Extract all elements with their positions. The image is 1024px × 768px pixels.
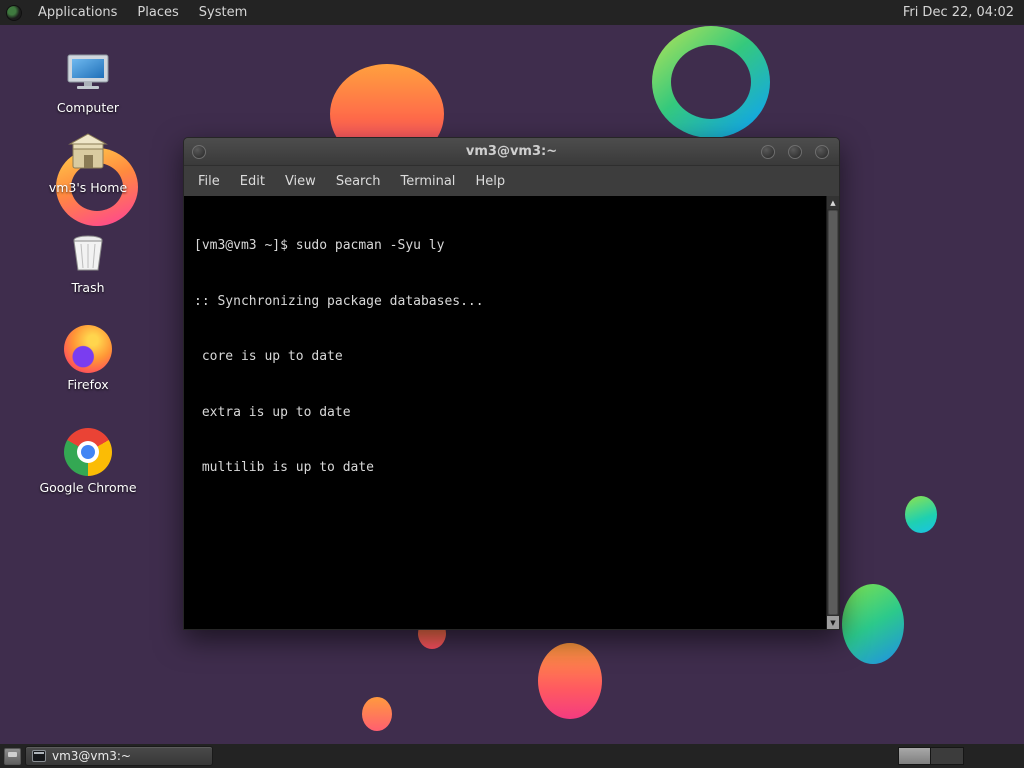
window-title: vm3@vm3:~ [465, 144, 558, 159]
decor-ring-top-right [652, 26, 770, 138]
desktop-icon-computer[interactable]: Computer [28, 48, 148, 115]
desktop-icon-label: Firefox [67, 377, 109, 392]
terminal-line: core is up to date [194, 349, 343, 364]
menu-view[interactable]: View [275, 169, 326, 194]
menu-places[interactable]: Places [127, 0, 188, 25]
terminal-window: vm3@vm3:~ File Edit View Search Terminal… [183, 137, 840, 630]
desktop-icon-home[interactable]: vm3's Home [28, 128, 148, 195]
terminal-line: multilib is up to date [194, 460, 375, 475]
terminal-line: extra is up to date [194, 404, 351, 420]
taskbar-window-button[interactable]: vm3@vm3:~ [25, 746, 213, 766]
window-titlebar[interactable]: vm3@vm3:~ [184, 138, 839, 166]
desktop-icon-trash[interactable]: Trash [28, 228, 148, 295]
terminal-output: [vm3@vm3 ~]$ sudo pacman -Syu ly :: Sync… [184, 196, 826, 629]
bottom-panel: vm3@vm3:~ [0, 744, 1024, 768]
menu-file[interactable]: File [188, 169, 230, 194]
terminal-line: [vm3@vm3 ~]$ sudo pacman -Syu ly [194, 238, 445, 253]
home-icon [64, 128, 112, 176]
computer-icon [64, 48, 112, 96]
clock[interactable]: Fri Dec 22, 04:02 [893, 5, 1024, 20]
menu-terminal[interactable]: Terminal [390, 169, 465, 194]
workspace-1[interactable] [899, 748, 931, 764]
desktop-icon-chrome[interactable]: Google Chrome [28, 428, 148, 495]
decor-dot-orange-small [362, 697, 392, 731]
close-button[interactable] [815, 144, 829, 159]
desktop-icon-firefox[interactable]: Firefox [28, 325, 148, 392]
minimize-button[interactable] [761, 144, 775, 159]
menu-system[interactable]: System [189, 0, 257, 25]
terminal-line: :: Synchronizing package databases... [194, 293, 484, 309]
desktop-icon-label: Computer [56, 100, 120, 115]
desktop-icon-label: Google Chrome [39, 480, 137, 495]
desktop-icon-label: vm3's Home [48, 180, 128, 195]
decor-egg-right-bottom [842, 584, 904, 664]
decor-dot-cyan-right [905, 496, 937, 533]
maximize-button[interactable] [788, 144, 802, 159]
window-menu-button[interactable] [192, 144, 206, 159]
desktop-icon-label: Trash [71, 280, 105, 295]
scrollbar-up-icon[interactable]: ▲ [827, 196, 839, 209]
trash-icon [64, 228, 112, 276]
chrome-icon [64, 428, 112, 476]
menu-help[interactable]: Help [465, 169, 515, 194]
menu-edit[interactable]: Edit [230, 169, 275, 194]
panel-menus: Applications Places System [0, 0, 257, 25]
terminal-icon [32, 750, 46, 762]
top-panel: Applications Places System Fri Dec 22, 0… [0, 0, 1024, 25]
decor-egg-bottom-center [538, 643, 602, 719]
workspace-switcher[interactable] [898, 747, 964, 765]
applications-menu-icon[interactable] [6, 4, 22, 21]
menu-applications[interactable]: Applications [28, 0, 127, 25]
scrollbar[interactable]: ▲ ▼ [826, 196, 839, 629]
scrollbar-down-icon[interactable]: ▼ [827, 616, 839, 629]
show-desktop-icon[interactable] [4, 747, 21, 765]
window-menubar: File Edit View Search Terminal Help [184, 166, 839, 196]
scrollbar-thumb[interactable] [828, 210, 838, 615]
menu-search[interactable]: Search [326, 169, 391, 194]
workspace-2[interactable] [931, 748, 963, 764]
taskbar-window-label: vm3@vm3:~ [52, 749, 131, 763]
firefox-icon [64, 325, 112, 373]
terminal-content[interactable]: [vm3@vm3 ~]$ sudo pacman -Syu ly :: Sync… [184, 196, 839, 629]
